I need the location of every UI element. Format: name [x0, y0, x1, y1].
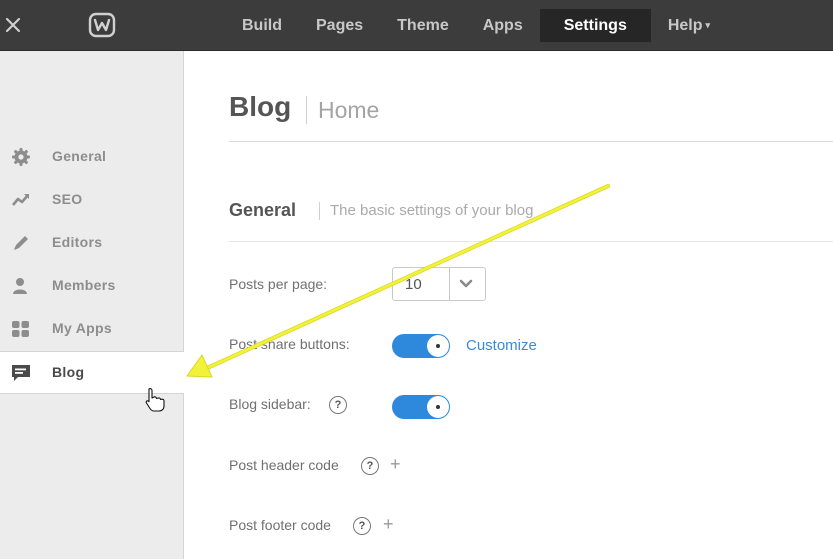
select-divider: [449, 268, 450, 300]
title-divider: [306, 96, 307, 124]
nav-build[interactable]: Build: [225, 9, 299, 42]
close-icon: [5, 17, 21, 33]
nav-pages-label: Pages: [316, 17, 364, 34]
page-subtitle[interactable]: Home: [318, 97, 379, 124]
sidebar-item-label: Editors: [52, 234, 103, 250]
sidebar-item-general[interactable]: General: [0, 136, 183, 177]
weebly-logo[interactable]: [88, 12, 116, 38]
sidebar-item-label: My Apps: [52, 320, 112, 336]
gear-icon: [11, 147, 31, 167]
blog-sidebar-toggle[interactable]: [392, 395, 450, 419]
chevron-down-icon: [458, 277, 474, 291]
nav-help[interactable]: Help ▾: [651, 9, 727, 42]
nav-apps[interactable]: Apps: [466, 9, 540, 42]
help-icon[interactable]: ?: [353, 517, 371, 535]
customize-link[interactable]: Customize: [466, 337, 537, 354]
person-icon: [11, 276, 31, 296]
trend-icon: [11, 190, 31, 210]
nav-settings[interactable]: Settings: [539, 9, 651, 42]
close-button[interactable]: [4, 13, 22, 37]
section-title: General: [229, 200, 297, 220]
sidebar-item-label: Blog: [52, 364, 85, 380]
weebly-logo-icon: [88, 12, 116, 38]
grid-icon: [11, 319, 31, 339]
sidebar-item-blog[interactable]: Blog: [0, 351, 184, 394]
sidebar-item-label: SEO: [52, 191, 83, 207]
section-divider: [319, 202, 320, 220]
posts-per-page-select[interactable]: 10: [392, 267, 486, 301]
sidebar-item-editors[interactable]: Editors: [0, 222, 183, 263]
nav-help-label: Help: [667, 17, 703, 34]
page-title: Blog: [229, 91, 292, 122]
section-subtitle: The basic settings of your blog: [330, 202, 534, 219]
header-divider: [229, 141, 833, 142]
main-content: Blog Home General The basic settings of …: [184, 51, 833, 559]
toggle-knob: [427, 335, 449, 357]
help-icon[interactable]: ?: [361, 457, 379, 475]
help-icon[interactable]: ?: [329, 396, 347, 414]
pencil-icon: [11, 233, 31, 253]
share-buttons-label: Post share buttons:: [229, 336, 350, 352]
sidebar-item-label: General: [52, 148, 107, 164]
sidebar-item-seo[interactable]: SEO: [0, 179, 183, 220]
toggle-knob: [427, 396, 449, 418]
sidebar-item-my-apps[interactable]: My Apps: [0, 308, 183, 349]
nav-theme-label: Theme: [397, 17, 449, 34]
nav-build-label: Build: [242, 17, 282, 34]
nav-theme[interactable]: Theme: [380, 9, 466, 42]
nav-pages[interactable]: Pages: [299, 9, 380, 42]
blog-sidebar-label: Blog sidebar:: [229, 396, 311, 412]
add-header-code-icon[interactable]: +: [390, 454, 401, 475]
header-code-label: Post header code: [229, 457, 339, 473]
posts-per-page-value: 10: [405, 276, 422, 293]
main-nav: Build Pages Theme Apps Settings Help ▾: [225, 9, 727, 42]
footer-code-label: Post footer code: [229, 517, 331, 533]
chevron-down-icon: ▾: [705, 20, 711, 30]
settings-sidebar: General SEO Editors Members My Apps Blog: [0, 51, 184, 559]
posts-per-page-label: Posts per page:: [229, 276, 328, 292]
share-buttons-toggle[interactable]: [392, 334, 450, 358]
sidebar-item-label: Members: [52, 277, 116, 293]
comment-icon: [11, 363, 31, 383]
add-footer-code-icon[interactable]: +: [383, 514, 394, 535]
top-bar: Build Pages Theme Apps Settings Help ▾: [0, 0, 833, 51]
nav-apps-label: Apps: [482, 17, 523, 34]
nav-settings-label: Settings: [563, 17, 627, 34]
section-rule: [229, 241, 833, 242]
sidebar-item-members[interactable]: Members: [0, 265, 183, 306]
